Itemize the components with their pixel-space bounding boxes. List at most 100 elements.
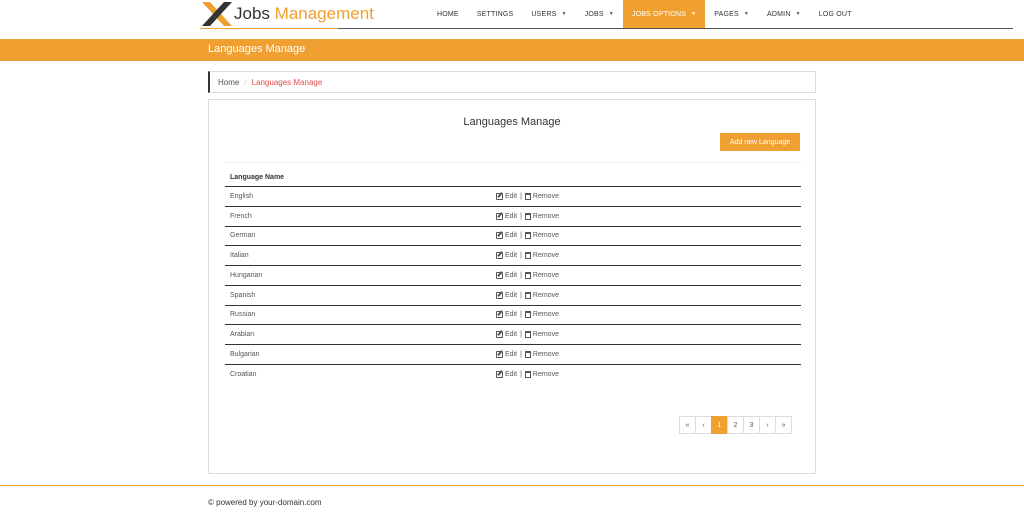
edit-icon[interactable] — [496, 212, 503, 220]
row-actions: Edit | Remove — [496, 371, 559, 379]
breadcrumb-separator: / — [244, 77, 247, 87]
language-name-cell: Spanish — [230, 291, 256, 299]
brand-logo[interactable]: Jobs Management — [200, 0, 374, 28]
nav-item-users[interactable]: USERS ▼ — [522, 0, 575, 28]
table-row: French Edit | Remove — [225, 207, 801, 227]
caret-down-icon: ▼ — [691, 11, 697, 17]
edit-link[interactable]: Edit — [505, 331, 517, 338]
edit-link[interactable]: Edit — [505, 252, 517, 259]
action-separator: | — [520, 371, 522, 379]
nav-item-label: USERS — [531, 10, 557, 18]
add-language-button[interactable]: Add new Language — [720, 133, 800, 151]
trash-icon[interactable] — [524, 232, 531, 240]
caret-down-icon: ▼ — [608, 11, 614, 17]
edit-icon[interactable] — [496, 271, 503, 279]
nav-item-log-out[interactable]: LOG OUT — [810, 0, 861, 28]
footer-text: © powered by your-domain.com — [208, 498, 322, 507]
trash-icon[interactable] — [524, 291, 531, 299]
language-name-cell: Italian — [230, 252, 249, 260]
row-actions: Edit | Remove — [496, 192, 559, 200]
action-separator: | — [520, 350, 522, 358]
edit-icon[interactable] — [496, 371, 503, 379]
row-actions: Edit | Remove — [496, 271, 559, 279]
trash-icon[interactable] — [524, 350, 531, 358]
table-header: Language Name — [225, 169, 801, 187]
action-separator: | — [520, 331, 522, 339]
main-nav: HOME SETTINGS USERS ▼ JOBS ▼ JOBS OPTIONS ▼ PAGE… — [428, 0, 861, 28]
remove-link[interactable]: Remove — [533, 252, 559, 259]
pagination-prev-button[interactable]: ‹ — [695, 416, 712, 434]
trash-icon[interactable] — [524, 311, 531, 319]
remove-link[interactable]: Remove — [533, 311, 559, 318]
language-name-cell: Hungarian — [230, 271, 263, 279]
table-row: German Edit | Remove — [225, 227, 801, 247]
page-header-band: Languages Manage — [0, 39, 1024, 61]
remove-link[interactable]: Remove — [533, 292, 559, 299]
nav-item-pages[interactable]: PAGES ▼ — [705, 0, 758, 28]
top-navbar: Jobs Management HOME SETTINGS USERS ▼ JOBS ▼ J… — [0, 0, 1024, 29]
edit-icon[interactable] — [496, 350, 503, 358]
action-separator: | — [520, 311, 522, 319]
row-actions: Edit | Remove — [496, 311, 559, 319]
trash-icon[interactable] — [524, 252, 531, 260]
trash-icon[interactable] — [524, 271, 531, 279]
action-separator: | — [520, 192, 522, 200]
breadcrumb-home-link[interactable]: Home — [218, 78, 239, 87]
remove-link[interactable]: Remove — [533, 213, 559, 220]
table-row: Russian Edit | Remove — [225, 306, 801, 326]
edit-link[interactable]: Edit — [505, 232, 517, 239]
pagination-last-button[interactable]: » — [775, 416, 792, 434]
remove-link[interactable]: Remove — [533, 371, 559, 378]
remove-link[interactable]: Remove — [533, 351, 559, 358]
remove-link[interactable]: Remove — [533, 232, 559, 239]
nav-item-label: SETTINGS — [476, 10, 514, 18]
pagination-page-2[interactable]: 2 — [727, 416, 744, 434]
edit-link[interactable]: Edit — [505, 272, 517, 279]
nav-item-home[interactable]: HOME — [428, 0, 468, 28]
logo-underline-accent — [200, 28, 338, 29]
nav-item-jobs[interactable]: JOBS ▼ — [576, 0, 623, 28]
remove-link[interactable]: Remove — [533, 193, 559, 200]
pagination-page-1[interactable]: 1 — [711, 416, 728, 434]
edit-icon[interactable] — [496, 192, 503, 200]
edit-link[interactable]: Edit — [505, 311, 517, 318]
row-actions: Edit | Remove — [496, 350, 559, 358]
trash-icon[interactable] — [524, 192, 531, 200]
action-separator: | — [520, 252, 522, 260]
edit-link[interactable]: Edit — [505, 351, 517, 358]
nav-item-settings[interactable]: SETTINGS — [468, 0, 523, 28]
remove-link[interactable]: Remove — [533, 272, 559, 279]
trash-icon[interactable] — [524, 212, 531, 220]
caret-down-icon: ▼ — [743, 11, 750, 17]
remove-link[interactable]: Remove — [533, 331, 559, 338]
column-header-language-name: Language Name — [230, 174, 285, 181]
language-name-cell: English — [230, 192, 253, 200]
row-actions: Edit | Remove — [496, 331, 559, 339]
edit-icon[interactable] — [496, 232, 503, 240]
navbar-underline — [338, 28, 1013, 29]
edit-icon[interactable] — [496, 311, 503, 319]
language-name-cell: Russian — [230, 311, 256, 319]
edit-link[interactable]: Edit — [505, 292, 517, 299]
edit-link[interactable]: Edit — [505, 213, 517, 220]
edit-link[interactable]: Edit — [505, 371, 517, 378]
edit-icon[interactable] — [496, 331, 503, 339]
caret-down-icon: ▼ — [561, 11, 567, 17]
trash-icon[interactable] — [524, 331, 531, 339]
edit-icon[interactable] — [496, 252, 503, 260]
pagination: «‹ 1 2 3 ›» — [679, 416, 792, 434]
action-separator: | — [520, 232, 522, 240]
nav-item-admin[interactable]: ADMIN ▼ — [758, 0, 810, 28]
nav-item-label: LOG OUT — [818, 10, 852, 18]
nav-item-jobs-options[interactable]: JOBS OPTIONS ▼ — [622, 0, 706, 28]
table-row: English Edit | Remove — [225, 187, 801, 207]
edit-icon[interactable] — [496, 291, 503, 299]
nav-item-label: HOME — [437, 10, 459, 18]
edit-link[interactable]: Edit — [505, 193, 517, 200]
pagination-next-button[interactable]: › — [759, 416, 776, 434]
caret-down-icon: ▼ — [795, 11, 801, 17]
trash-icon[interactable] — [524, 371, 531, 379]
table-row: Italian Edit | Remove — [225, 246, 801, 266]
pagination-page-3[interactable]: 3 — [743, 416, 760, 434]
pagination-first-button[interactable]: « — [679, 416, 696, 434]
